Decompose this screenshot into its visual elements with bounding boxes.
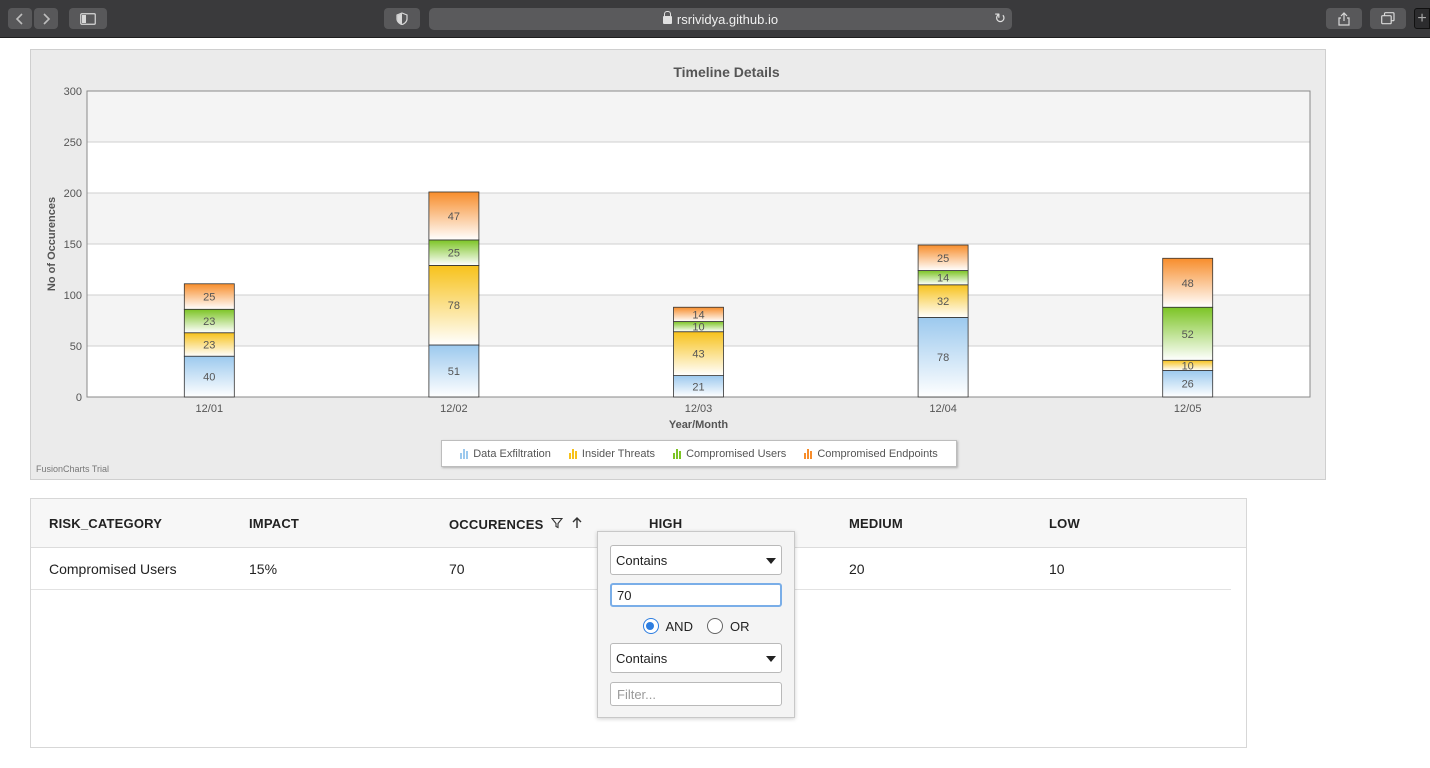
legend-label: Compromised Endpoints: [817, 447, 938, 460]
data-label: 14: [692, 309, 704, 321]
x-tick-label: 12/02: [440, 403, 468, 415]
data-label: 78: [448, 300, 460, 312]
arrow-up-icon[interactable]: [571, 516, 583, 532]
data-label: 10: [692, 322, 704, 334]
chevron-right-icon: [43, 12, 51, 25]
data-label: 52: [1182, 329, 1194, 341]
url-text: rsrividya.github.io: [676, 11, 779, 27]
data-label: 47: [448, 211, 460, 223]
tabs-button[interactable]: [1370, 8, 1406, 29]
x-axis-title: Year/Month: [669, 419, 729, 431]
radio-or-icon[interactable]: [706, 618, 723, 634]
plus-icon: +: [1417, 9, 1427, 27]
data-label: 43: [692, 349, 704, 361]
new-tab-button[interactable]: +: [1414, 8, 1430, 29]
filter-value-1-input[interactable]: [610, 583, 782, 607]
browser-toolbar: rsrividya.github.io ↻ +: [0, 0, 1430, 38]
plot-band: [87, 142, 1310, 193]
chevron-left-icon: [15, 12, 23, 25]
legend-label: Insider Threats: [581, 447, 656, 460]
column-header-low[interactable]: LOW: [1049, 516, 1080, 531]
share-icon: [1338, 11, 1350, 26]
filter-value-2-input[interactable]: [610, 682, 782, 706]
cell-impact: 15%: [249, 561, 278, 577]
data-label: 25: [203, 292, 215, 304]
column-header-impact[interactable]: IMPACT: [249, 516, 299, 531]
filter-condition-2-select[interactable]: Contains: [610, 643, 782, 673]
y-tick-label: 200: [64, 188, 82, 200]
y-tick-label: 50: [70, 341, 82, 353]
data-label: 32: [937, 296, 949, 308]
data-label: 14: [937, 273, 949, 285]
legend-bar-icon: [673, 448, 682, 459]
sidebar-icon: [80, 12, 96, 25]
privacy-button[interactable]: [384, 8, 420, 29]
column-header-occurences[interactable]: OCCURENCES: [449, 516, 583, 532]
x-tick-label: 12/04: [929, 403, 957, 415]
data-label: 26: [1182, 379, 1194, 391]
data-label: 23: [203, 316, 215, 328]
radio-and-icon[interactable]: [642, 618, 659, 634]
plot-band: [87, 91, 1310, 142]
chart-watermark: FusionCharts Trial: [36, 464, 110, 474]
y-tick-label: 150: [64, 239, 82, 251]
forward-button[interactable]: [34, 8, 58, 29]
filter-condition-1-select[interactable]: Contains: [610, 545, 782, 575]
x-tick-label: 12/03: [685, 403, 713, 415]
legend-item[interactable]: Compromised Endpoints: [804, 447, 938, 460]
cell-low: 10: [1049, 561, 1065, 577]
column-filter-popup: Contains AND OR Contains: [597, 531, 795, 718]
data-label: 25: [448, 248, 460, 260]
legend-label: Compromised Users: [686, 447, 787, 460]
data-label: 51: [448, 366, 460, 378]
data-label: 78: [937, 352, 949, 364]
legend-item[interactable]: Data Exfiltration: [460, 448, 551, 460]
legend-bar-icon: [804, 448, 813, 459]
legend-bar-icon: [568, 448, 577, 459]
y-tick-label: 0: [76, 392, 82, 404]
sidebar-button[interactable]: [69, 8, 107, 29]
filter-operator-group: AND OR: [598, 616, 794, 636]
cell-risk-category: Compromised Users: [49, 561, 177, 577]
plot-band: [87, 193, 1310, 244]
data-label: 40: [203, 372, 215, 384]
chart-canvas: 0 50 100 150 200 250 300 Timeline Details Year/M…: [46, 64, 1311, 431]
filter-icon[interactable]: [551, 517, 564, 532]
data-label: 23: [203, 339, 215, 351]
lock-icon: [662, 11, 672, 24]
cell-occurences: 70: [449, 561, 465, 577]
data-label: 48: [1182, 278, 1194, 290]
column-header-risk-category[interactable]: RISK_CATEGORY: [49, 516, 162, 531]
legend-item[interactable]: Compromised Users: [673, 448, 786, 460]
cell-medium: 20: [849, 561, 865, 577]
chart-legend: Data Exfiltration Insider Threats Compromi…: [441, 440, 957, 467]
legend-item[interactable]: Insider Threats: [568, 447, 656, 460]
filter-operator-and[interactable]: AND: [642, 616, 693, 636]
y-axis-title: No of Occurences: [46, 197, 58, 291]
share-button[interactable]: [1326, 8, 1362, 29]
address-bar[interactable]: rsrividya.github.io ↻: [429, 8, 1012, 30]
chart-title: Timeline Details: [673, 64, 780, 80]
tabs-icon: [1381, 12, 1395, 25]
shield-icon: [396, 12, 408, 25]
legend-bar-icon: [460, 448, 469, 459]
column-header-high[interactable]: HIGH: [649, 516, 682, 531]
back-button[interactable]: [8, 8, 32, 29]
plot-band: [87, 244, 1310, 295]
filter-operator-or[interactable]: OR: [706, 616, 749, 636]
timeline-chart: 0 50 100 150 200 250 300 Timeline Details Year/M…: [30, 49, 1326, 480]
y-tick-label: 100: [64, 290, 82, 302]
x-tick-label: 12/01: [196, 403, 224, 415]
legend-label: Data Exfiltration: [473, 447, 551, 460]
data-label: 25: [937, 253, 949, 265]
data-label: 10: [1182, 360, 1194, 372]
y-tick-label: 300: [64, 86, 82, 98]
y-tick-label: 250: [64, 137, 82, 149]
data-label: 21: [692, 381, 704, 393]
reload-icon[interactable]: ↻: [994, 10, 1006, 27]
column-header-medium[interactable]: MEDIUM: [849, 516, 903, 531]
x-tick-label: 12/05: [1174, 403, 1202, 415]
